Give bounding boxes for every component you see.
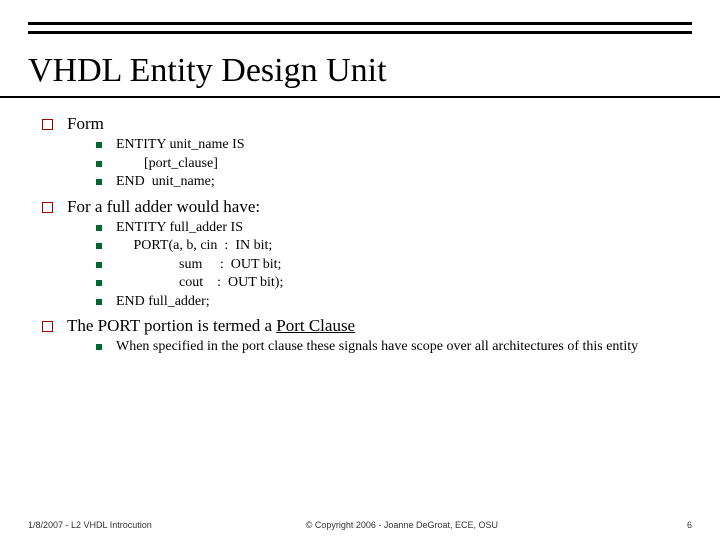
- bullet-lvl1: For a full adder would have:: [42, 197, 692, 217]
- square-outline-icon: [42, 119, 53, 130]
- footer-copyright: © Copyright 2006 - Joanne DeGroat, ECE, …: [152, 520, 652, 530]
- footer: 1/8/2007 - L2 VHDL Introcution © Copyrig…: [0, 520, 720, 530]
- lvl1-text-pre: The PORT portion is termed a: [67, 316, 276, 335]
- square-outline-icon: [42, 202, 53, 213]
- lvl2-text: sum : OUT bit;: [116, 256, 281, 274]
- bar-top: [28, 22, 692, 25]
- square-solid-icon: [96, 299, 102, 305]
- footer-date: 1/8/2007 - L2 VHDL Introcution: [28, 520, 152, 530]
- lvl2-text: PORT(a, b, cin : IN bit;: [116, 237, 272, 255]
- lvl2-group: ENTITY full_adder IS PORT(a, b, cin : IN…: [96, 219, 692, 311]
- lvl1-text: Form: [67, 114, 104, 134]
- slide: VHDL Entity Design Unit Form ENTITY unit…: [0, 0, 720, 540]
- bullet-lvl1: The PORT portion is termed a Port Clause: [42, 316, 692, 336]
- lvl1-text-underlined: Port Clause: [276, 316, 355, 335]
- square-solid-icon: [96, 344, 102, 350]
- lvl1-text: The PORT portion is termed a Port Clause: [67, 316, 355, 336]
- slide-title: VHDL Entity Design Unit: [0, 40, 720, 98]
- lvl2-group: When specified in the port clause these …: [96, 338, 692, 356]
- bullet-lvl2: cout : OUT bit);: [96, 274, 692, 292]
- lvl2-text: [port_clause]: [116, 155, 218, 173]
- bullet-lvl2: ENTITY unit_name IS: [96, 136, 692, 154]
- square-solid-icon: [96, 243, 102, 249]
- square-solid-icon: [96, 225, 102, 231]
- slide-content: Form ENTITY unit_name IS [port_clause] E…: [0, 98, 720, 356]
- bullet-lvl2: END unit_name;: [96, 173, 692, 191]
- lvl2-text: cout : OUT bit);: [116, 274, 283, 292]
- bullet-lvl2: sum : OUT bit;: [96, 256, 692, 274]
- bullet-lvl2: PORT(a, b, cin : IN bit;: [96, 237, 692, 255]
- lvl2-text: END full_adder;: [116, 293, 210, 311]
- bullet-lvl2: ENTITY full_adder IS: [96, 219, 692, 237]
- decorative-bars: [0, 0, 720, 34]
- square-solid-icon: [96, 262, 102, 268]
- lvl2-text: When specified in the port clause these …: [116, 338, 638, 356]
- square-solid-icon: [96, 280, 102, 286]
- square-solid-icon: [96, 179, 102, 185]
- bullet-lvl1: Form: [42, 114, 692, 134]
- bullet-lvl2: When specified in the port clause these …: [96, 338, 692, 356]
- bar-bottom: [28, 31, 692, 34]
- bullet-lvl2: [port_clause]: [96, 155, 692, 173]
- lvl1-text: For a full adder would have:: [67, 197, 260, 217]
- lvl2-text: END unit_name;: [116, 173, 215, 191]
- square-outline-icon: [42, 321, 53, 332]
- bullet-lvl2: END full_adder;: [96, 293, 692, 311]
- square-solid-icon: [96, 142, 102, 148]
- lvl2-group: ENTITY unit_name IS [port_clause] END un…: [96, 136, 692, 191]
- footer-page-number: 6: [652, 520, 692, 530]
- square-solid-icon: [96, 161, 102, 167]
- lvl2-text: ENTITY unit_name IS: [116, 136, 245, 154]
- lvl2-text: ENTITY full_adder IS: [116, 219, 243, 237]
